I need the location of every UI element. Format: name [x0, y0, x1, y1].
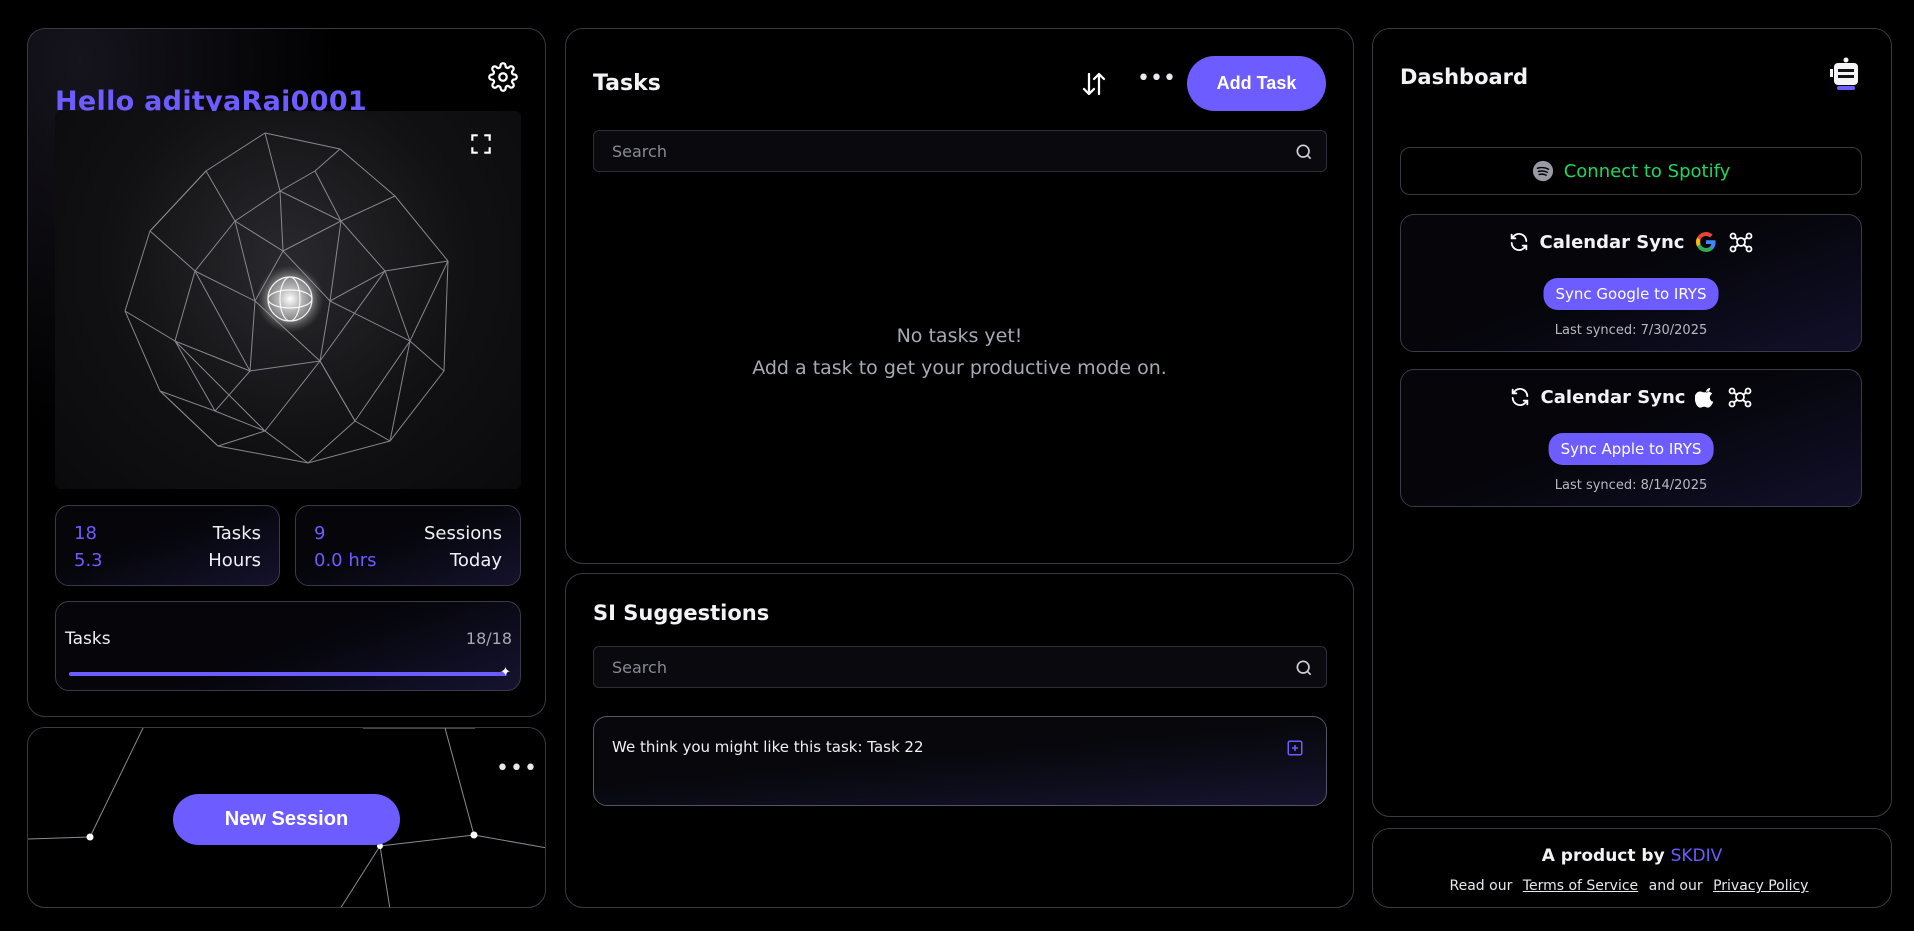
- irys-icon: [1730, 232, 1753, 253]
- add-task-button[interactable]: Add Task: [1187, 56, 1326, 111]
- hours-count: 5.3: [74, 550, 103, 571]
- progress-fill: [69, 672, 507, 676]
- sessions-label: Sessions: [423, 523, 502, 544]
- suggestions-panel: SI Suggestions We think you might like t…: [565, 573, 1354, 908]
- spotify-label: Connect to Spotify: [1563, 160, 1731, 182]
- calendar-sync-apple-card: Calendar Sync Sync Apple to IRYS Last sy…: [1400, 369, 1862, 507]
- more-options-icon[interactable]: •••: [1137, 66, 1176, 91]
- irys-icon: [1729, 387, 1752, 408]
- spotify-icon: [1532, 160, 1553, 182]
- privacy-policy-link[interactable]: Privacy Policy: [1713, 878, 1808, 894]
- search-icon: [1296, 144, 1312, 160]
- tasks-title: Tasks: [593, 71, 661, 96]
- empty-title: No tasks yet!: [896, 325, 1023, 347]
- sort-icon[interactable]: [1079, 69, 1109, 99]
- expand-icon[interactable]: [468, 131, 494, 157]
- add-suggestion-icon[interactable]: [1286, 739, 1304, 757]
- suggestions-title: SI Suggestions: [593, 601, 770, 625]
- robot-logo-icon: [1830, 57, 1858, 90]
- brand-link[interactable]: SKDIV: [1671, 846, 1723, 866]
- calendar-sync-heading: Calendar Sync: [1540, 386, 1686, 408]
- tasks-label: Tasks: [212, 523, 261, 544]
- gear-icon[interactable]: [488, 62, 518, 92]
- dashboard-panel: Dashboard Connect to Spotify Calendar Sy…: [1372, 28, 1892, 817]
- search-icon: [1296, 660, 1312, 676]
- google-icon: [1696, 232, 1717, 252]
- legal-links: Read our Terms of Service and our Privac…: [1373, 878, 1891, 894]
- terms-of-service-link[interactable]: Terms of Service: [1523, 878, 1638, 894]
- dashboard-title: Dashboard: [1400, 65, 1529, 89]
- progress-bar: ✦: [69, 666, 511, 679]
- wireframe-sphere-visual: [55, 111, 521, 489]
- wireframe-sphere-graphic: [124, 132, 449, 464]
- empty-subtitle: Add a task to get your productive mode o…: [752, 357, 1167, 379]
- product-prefix: A product by: [1541, 846, 1665, 866]
- sync-icon: [1510, 233, 1527, 251]
- tasks-progress-card: Tasks 18/18 ✦: [55, 601, 521, 691]
- progress-count: 18/18: [465, 629, 512, 648]
- sync-google-button[interactable]: Sync Google to IRYS: [1543, 278, 1719, 310]
- stats-card-sessions-today: 9 Sessions 0.0 hrs Today: [295, 505, 521, 586]
- today-hours: 0.0 hrs: [314, 550, 377, 571]
- and-our-text: and our: [1648, 878, 1703, 894]
- sessions-count: 9: [314, 523, 326, 544]
- hours-label: Hours: [208, 550, 261, 571]
- suggestion-card[interactable]: We think you might like this task: Task …: [593, 716, 1327, 806]
- sync-apple-button[interactable]: Sync Apple to IRYS: [1548, 433, 1714, 465]
- apple-icon: [1695, 387, 1714, 408]
- progress-sparkle-icon: ✦: [500, 665, 511, 680]
- tasks-count: 18: [74, 523, 97, 544]
- progress-label: Tasks: [65, 629, 111, 649]
- suggestions-search-input[interactable]: [594, 647, 1326, 687]
- tasks-search[interactable]: [593, 130, 1327, 172]
- product-credit: A product by SKDIV: [1373, 846, 1891, 866]
- calendar-sync-heading: Calendar Sync: [1539, 231, 1685, 253]
- tasks-search-input[interactable]: [594, 131, 1326, 171]
- more-options-icon[interactable]: •••: [496, 756, 538, 781]
- calendar-sync-google-card: Calendar Sync Sync Google to IRYS Last s…: [1400, 214, 1862, 352]
- profile-panel: Hello adityaRaj0001 18 Tasks 5.3 Hours 9…: [27, 28, 546, 717]
- tasks-empty-state: No tasks yet! Add a task to get your pro…: [566, 320, 1353, 384]
- last-synced-apple: Last synced: 8/14/2025: [1554, 478, 1708, 493]
- connect-spotify-button[interactable]: Connect to Spotify: [1400, 147, 1862, 195]
- read-our-text: Read our: [1449, 878, 1513, 894]
- last-synced-google: Last synced: 7/30/2025: [1554, 323, 1708, 338]
- suggestion-text: We think you might like this task: Task …: [612, 738, 924, 756]
- today-label: Today: [449, 550, 502, 571]
- footer-panel: A product by SKDIV Read our Terms of Ser…: [1372, 828, 1892, 908]
- session-panel: ••• New Session: [27, 727, 546, 908]
- new-session-button[interactable]: New Session: [173, 794, 400, 845]
- stats-card-tasks-hours: 18 Tasks 5.3 Hours: [55, 505, 280, 586]
- sync-icon: [1511, 388, 1528, 406]
- suggestions-search[interactable]: [593, 646, 1327, 688]
- tasks-panel: Tasks ••• Add Task No tasks yet! Add a t…: [565, 28, 1354, 564]
